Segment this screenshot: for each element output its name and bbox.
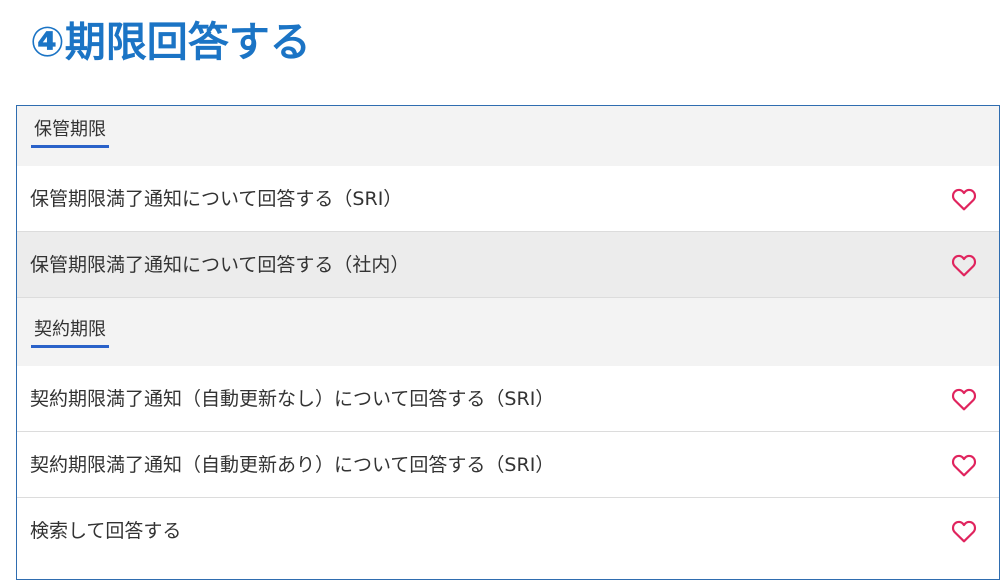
section-header-storage-deadline: 保管期限 [17,106,999,166]
heart-outline-icon[interactable] [951,519,977,543]
menu-item-search-and-answer[interactable]: 検索して回答する [17,498,999,564]
section-label: 契約期限 [31,319,109,348]
menu-item-contract-expiry-no-renewal[interactable]: 契約期限満了通知（自動更新なし）について回答する（SRI） [17,366,999,432]
menu-item-label: 保管期限満了通知について回答する（SRI） [30,188,403,210]
answer-menu-panel: 保管期限 保管期限満了通知について回答する（SRI） 保管期限満了通知について回… [16,105,1000,580]
menu-item-label: 保管期限満了通知について回答する（社内） [30,254,410,276]
menu-item-contract-expiry-auto-renewal[interactable]: 契約期限満了通知（自動更新あり）について回答する（SRI） [17,432,999,498]
heart-outline-icon[interactable] [951,453,977,477]
heart-outline-icon[interactable] [951,253,977,277]
section-header-contract-deadline: 契約期限 [17,306,999,366]
section-label: 保管期限 [31,119,109,148]
menu-item-storage-expiry-sri[interactable]: 保管期限満了通知について回答する（SRI） [17,166,999,232]
menu-item-storage-expiry-internal[interactable]: 保管期限満了通知について回答する（社内） [17,232,999,298]
page-title: ④期限回答する [30,18,311,66]
heart-outline-icon[interactable] [951,187,977,211]
menu-item-label: 契約期限満了通知（自動更新あり）について回答する（SRI） [30,454,555,476]
menu-item-label: 検索して回答する [30,520,182,542]
section-divider [17,298,999,306]
menu-item-label: 契約期限満了通知（自動更新なし）について回答する（SRI） [30,388,555,410]
heart-outline-icon[interactable] [951,387,977,411]
